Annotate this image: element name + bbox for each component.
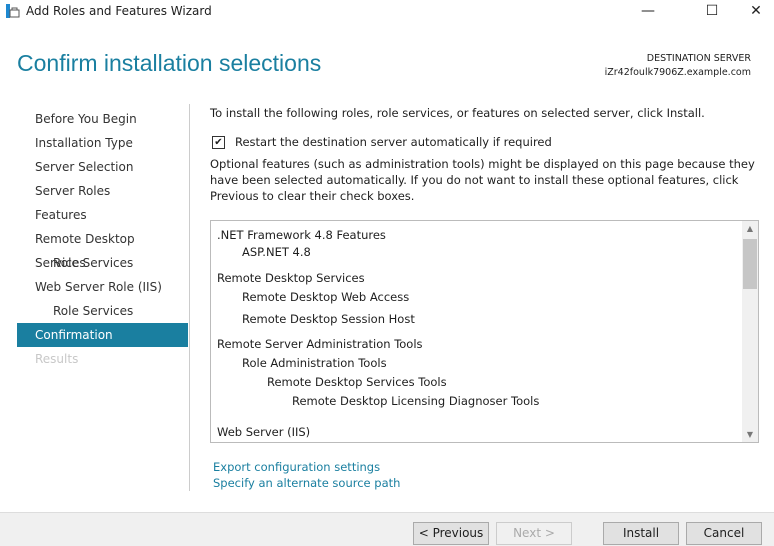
- cancel-button[interactable]: Cancel: [686, 522, 762, 545]
- previous-button[interactable]: < Previous: [413, 522, 489, 545]
- destination-server: DESTINATION SERVER iZr42foulk7906Z.examp…: [605, 52, 751, 80]
- intro-text: To install the following roles, role ser…: [210, 106, 705, 120]
- selection-item: Web Server (IIS): [217, 425, 311, 439]
- nav-item[interactable]: Remote Desktop Services: [17, 227, 188, 270]
- close-button[interactable]: ✕: [734, 0, 774, 22]
- restart-label: Restart the destination server automatic…: [235, 135, 552, 149]
- selection-item: Remote Desktop Web Access: [242, 290, 410, 304]
- selection-item: Remote Desktop Session Host: [242, 312, 415, 326]
- selection-item: Role Administration Tools: [242, 356, 387, 370]
- nav-item: Results: [35, 352, 79, 366]
- destination-label: DESTINATION SERVER: [646, 53, 751, 64]
- restart-checkbox[interactable]: ✔: [212, 136, 225, 149]
- alternate-source-link[interactable]: Specify an alternate source path: [213, 476, 400, 490]
- app-icon: [6, 4, 20, 18]
- selection-item: Remote Desktop Services: [217, 271, 365, 285]
- maximize-button[interactable]: ☐: [690, 0, 734, 22]
- scroll-down-icon[interactable]: ▼: [742, 430, 758, 439]
- selection-item: .NET Framework 4.8 Features: [217, 228, 386, 242]
- selection-item: Remote Server Administration Tools: [217, 337, 423, 351]
- optional-note: Optional features (such as administratio…: [210, 157, 755, 203]
- export-config-link[interactable]: Export configuration settings: [213, 460, 380, 474]
- nav-item[interactable]: Before You Begin: [17, 107, 188, 131]
- restart-checkbox-row[interactable]: ✔ Restart the destination server automati…: [212, 134, 755, 150]
- scrollbar[interactable]: ▲ ▼: [742, 221, 758, 442]
- selection-item: Remote Desktop Services Tools: [267, 375, 447, 389]
- destination-server-name: iZr42foulk7906Z.example.com: [604, 67, 751, 78]
- selection-item: ASP.NET 4.8: [242, 245, 311, 259]
- divider: [189, 104, 190, 491]
- minimize-button[interactable]: —: [626, 0, 670, 22]
- nav-item[interactable]: Features: [17, 203, 188, 227]
- main-content: To install the following roles, role ser…: [210, 105, 755, 204]
- nav-item[interactable]: Server Selection: [17, 155, 188, 179]
- scrollbar-thumb[interactable]: [743, 239, 757, 289]
- nav-item[interactable]: Confirmation: [17, 323, 188, 347]
- install-button[interactable]: Install: [603, 522, 679, 545]
- selection-item: Remote Desktop Licensing Diagnoser Tools: [292, 394, 540, 408]
- window-title: Add Roles and Features Wizard: [26, 4, 212, 18]
- page-title: Confirm installation selections: [17, 50, 322, 76]
- next-button[interactable]: Next >: [496, 522, 572, 545]
- nav-item[interactable]: Role Services: [17, 299, 188, 323]
- scroll-up-icon[interactable]: ▲: [742, 224, 758, 233]
- nav-item[interactable]: Installation Type: [17, 131, 188, 155]
- nav-item[interactable]: Web Server Role (IIS): [17, 275, 188, 299]
- nav-item[interactable]: Server Roles: [17, 179, 188, 203]
- selections-list[interactable]: ▲ ▼ .NET Framework 4.8 Features ASP.NET 4…: [210, 220, 759, 443]
- wizard-nav: Before You Begin Installation Type Server …: [17, 107, 188, 371]
